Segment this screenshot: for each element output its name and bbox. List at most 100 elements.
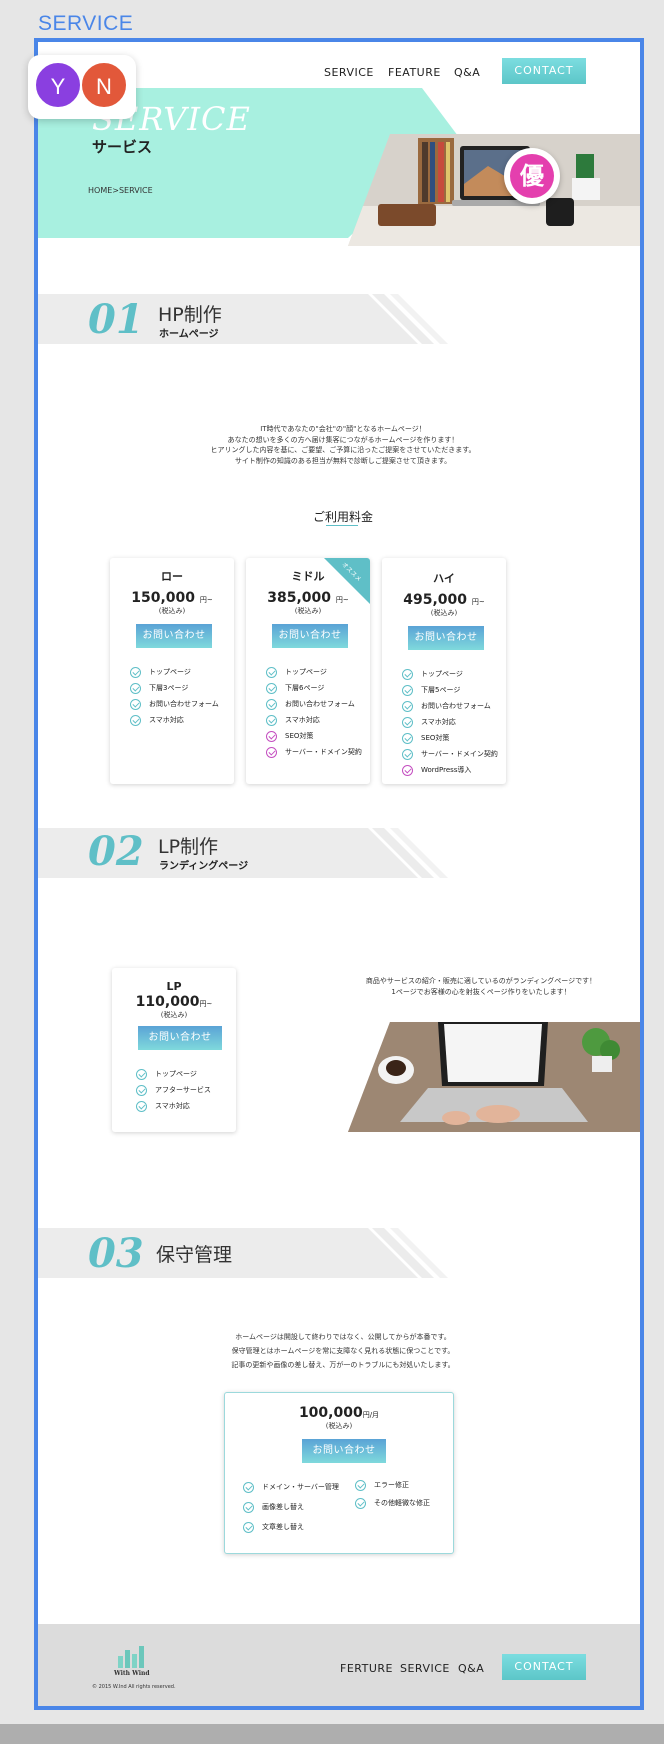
inquiry-button[interactable]: お問い合わせ (138, 1026, 222, 1050)
section3-stripes (318, 1228, 448, 1278)
check-icon (402, 716, 413, 728)
feature-item: WordPress導入 (402, 764, 498, 776)
plan-features: トップページ 下層6ページ お問い合わせフォーム スマホ対応 SEO対策 サーバ… (266, 666, 362, 762)
plan-price: 385,000 円~ (267, 590, 349, 606)
footer-contact-button[interactable]: CONTACT (502, 1654, 586, 1680)
pricing-title-text: ご利用料金 (312, 510, 373, 524)
feature-item: SEO対策 (402, 732, 498, 744)
plan-tax: (税込み) (430, 609, 458, 617)
check-icon (402, 700, 413, 712)
horizontal-scrollbar[interactable] (0, 1724, 664, 1744)
hero-subtitle: サービス (92, 138, 153, 156)
feature-item: スマホ対応 (402, 716, 498, 728)
section2-desc-line: 商品やサービスの紹介・販売に適しているのがランディングページです！ (365, 977, 597, 985)
plan-features: トップページ 下層3ページ お問い合わせフォーム スマホ対応 (130, 666, 219, 730)
plan-features: トップページ 下層5ページ お問い合わせフォーム スマホ対応 SEO対策 サーバ… (402, 668, 498, 780)
footer-nav-service[interactable]: SERVICE (400, 1662, 450, 1675)
inquiry-button[interactable]: お問い合わせ (136, 624, 212, 648)
feature-item: アフターサービス (136, 1084, 211, 1096)
plan-tax: (税込み) (160, 1011, 188, 1019)
section3-desc-line: 保守管理とはホームページを常に支障なく見れる状態に保つことです。 (231, 1347, 455, 1355)
check-icon (266, 666, 277, 678)
check-icon (355, 1497, 366, 1509)
feature-item: 画像差し替え (243, 1501, 339, 1513)
feature-item: お問い合わせフォーム (130, 698, 219, 710)
section2-desc-line: 1ページでお客様の心を射抜くページ作りをいたします！ (391, 987, 571, 996)
feature-item: スマホ対応 (266, 714, 362, 726)
section3-desc-line: ホームページは開設して終わりではなく、公開してからが本番です。 (235, 1333, 451, 1341)
section2-number: 02 (88, 828, 144, 875)
plan-name: ロー (161, 570, 183, 583)
hero-desk-image (348, 134, 640, 246)
check-icon (355, 1479, 366, 1491)
plan-price: 495,000 円~ (403, 592, 485, 608)
feature-item: トップページ (266, 666, 362, 678)
feature-item: サーバー・ドメイン契約 (402, 748, 498, 760)
plan-price: 150,000 円~ (131, 590, 213, 606)
nav-service[interactable]: SERVICE (324, 66, 374, 79)
section1-number: 01 (88, 296, 144, 343)
check-icon (243, 1501, 254, 1513)
footer-nav-feature[interactable]: FERTURE (340, 1662, 393, 1675)
footer-nav-qa[interactable]: Q&A (458, 1662, 484, 1675)
check-icon (130, 698, 141, 710)
section2-title: LP制作 (158, 836, 219, 858)
feature-item: その他軽微な修正 (355, 1497, 430, 1509)
plan-price: 110,000円~ (135, 994, 213, 1010)
section1-desc-line: サイト制作の知識のある担当が無料で診断しご提案させて頂きます。 (234, 456, 452, 465)
plan-name: LP (166, 980, 182, 993)
section2-stripes (318, 828, 448, 878)
section3-title: 保守管理 (156, 1244, 233, 1266)
check-icon (130, 682, 141, 694)
collaborator-avatars: Y N (28, 55, 136, 119)
feature-item: スマホ対応 (136, 1100, 211, 1112)
feature-item: 下層3ページ (130, 682, 219, 694)
avatar[interactable]: N (80, 61, 128, 109)
check-icon (266, 730, 277, 742)
feature-item: サーバー・ドメイン契約 (266, 746, 362, 758)
feature-item: トップページ (136, 1068, 211, 1080)
inquiry-button[interactable]: お問い合わせ (408, 626, 484, 650)
logo-icon (118, 1646, 144, 1668)
logo-text: With Wind (114, 1670, 150, 1677)
section3-number: 03 (88, 1230, 144, 1277)
nav-feature[interactable]: FEATURE (388, 66, 441, 79)
contact-button[interactable]: CONTACT (502, 58, 586, 84)
avatar[interactable]: Y (34, 61, 82, 109)
plan-card-low: ロー 150,000 円~ (税込み) お問い合わせ トップページ 下層3ページ… (110, 558, 234, 784)
nav-qa[interactable]: Q&A (454, 66, 480, 79)
inquiry-button[interactable]: お問い合わせ (272, 624, 348, 648)
feature-item: SEO対策 (266, 730, 362, 742)
check-icon (402, 668, 413, 680)
check-icon (130, 714, 141, 726)
page-frame: SERVICE FEATURE Q&A CONTACT 優 SERVICE サー… (34, 38, 644, 1710)
section1-description: IT時代であなたの"会社"の"顔"となるホームページ！ あなたの想いを多くの方へ… (78, 424, 608, 466)
check-icon (266, 698, 277, 710)
check-icon (266, 746, 277, 758)
breadcrumb[interactable]: HOME>SERVICE (88, 186, 153, 195)
section1-stripes (318, 294, 448, 344)
section2-description: 商品やサービスの紹介・販売に適しているのがランディングページです！ 1ページでお… (314, 976, 640, 997)
check-icon (402, 764, 413, 776)
check-icon (243, 1481, 254, 1493)
plan-name: ハイ (433, 572, 455, 585)
section1-title: HP制作 (158, 304, 222, 326)
feature-item: ドメイン・サーバー管理 (243, 1481, 339, 1493)
frame-label: SERVICE (38, 12, 134, 35)
plan-tax: (税込み) (158, 607, 186, 615)
check-icon (402, 684, 413, 696)
pricing-title-underline (326, 525, 358, 526)
plan-price: 100,000円/月 (298, 1405, 380, 1421)
section3-description: ホームページは開設して終わりではなく、公開してからが本番です。 保守管理とはホー… (98, 1330, 588, 1372)
plan-card-lp: LP 110,000円~ (税込み) お問い合わせ トップページ アフターサービ… (112, 968, 236, 1132)
feature-item: 文章差し替え (243, 1521, 339, 1533)
check-icon (266, 682, 277, 694)
inquiry-button[interactable]: お問い合わせ (302, 1439, 386, 1463)
laptop-image (348, 1022, 640, 1132)
plan-features: トップページ アフターサービス スマホ対応 (136, 1068, 211, 1116)
check-icon (136, 1100, 147, 1112)
plan-tax: (税込み) (294, 607, 322, 615)
section1-desc-line: ヒアリングした内容を基に、ご要望、ご予算に沿ったご提案をさせていただきます。 (210, 446, 476, 454)
section1-subtitle: ホームページ (159, 329, 219, 340)
plan-name: ミドル (291, 570, 325, 583)
